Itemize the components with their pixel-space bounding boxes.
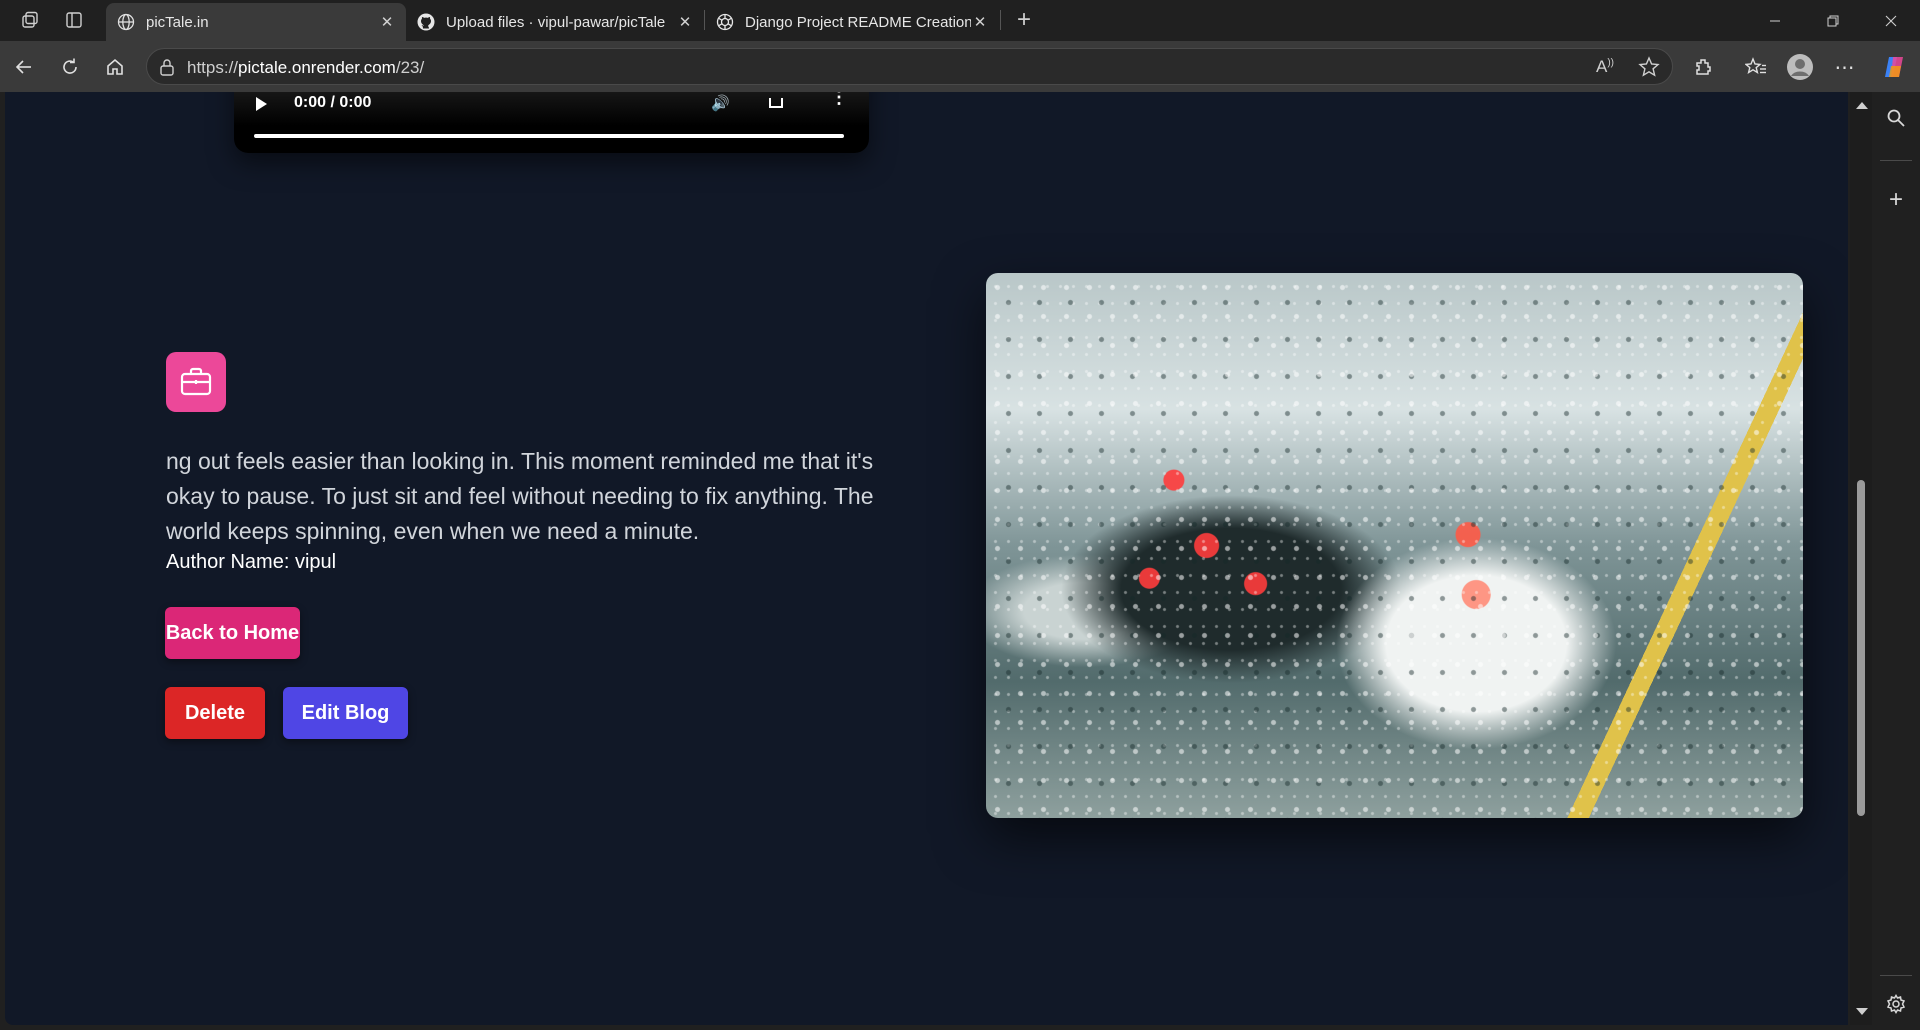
minimize-icon[interactable]: [1746, 0, 1804, 41]
page-viewport: 0:00 / 0:00 🔊 ⋮ ng out feels easier than…: [5, 92, 1848, 1025]
openai-icon: [715, 12, 735, 32]
refresh-icon[interactable]: [54, 51, 86, 83]
scroll-down-arrow-icon[interactable]: [1856, 1008, 1868, 1015]
close-window-icon[interactable]: [1862, 0, 1920, 41]
address-bar[interactable]: https://pictale.onrender.com/23/ A)): [146, 48, 1673, 85]
url-path: /23/: [395, 58, 425, 77]
tab-github[interactable]: Upload files · vipul-pawar/picTale ✕: [406, 3, 704, 41]
restore-icon[interactable]: [1804, 0, 1862, 41]
github-icon: [416, 12, 436, 32]
video-time: 0:00 / 0:00: [294, 94, 372, 111]
play-icon[interactable]: [256, 97, 267, 111]
page-scrollbar[interactable]: [1850, 92, 1872, 1025]
volume-icon[interactable]: 🔊: [711, 94, 730, 112]
rain-drops-overlay: [986, 273, 1803, 818]
video-progress-bar[interactable]: [254, 134, 844, 138]
sidebar-divider: [1880, 160, 1912, 161]
add-icon[interactable]: +: [1880, 184, 1912, 216]
author-name: vipul: [294, 551, 337, 573]
video-menu-icon[interactable]: ⋮: [830, 92, 848, 106]
lock-icon[interactable]: [159, 58, 175, 81]
new-tab-icon[interactable]: +: [1008, 6, 1040, 34]
scrollbar-thumb[interactable]: [1857, 480, 1865, 816]
tab-title: Upload files · vipul-pawar/picTale: [446, 13, 666, 31]
profile-avatar-icon[interactable]: [1784, 51, 1816, 83]
browser-window: picTale.in ✕ Upload files · vipul-pawar/…: [0, 0, 1920, 1030]
briefcase-icon: [166, 352, 226, 412]
favorites-icon[interactable]: [1740, 51, 1772, 83]
workspaces-icon[interactable]: [14, 6, 46, 34]
tab-title: picTale.in: [146, 13, 209, 31]
read-aloud-icon[interactable]: A)): [1596, 57, 1614, 77]
favorite-star-icon[interactable]: [1638, 56, 1660, 83]
edit-blog-button[interactable]: Edit Blog: [283, 687, 408, 739]
tab-title: Django Project README Creation: [745, 13, 971, 31]
copilot-icon[interactable]: [1878, 51, 1910, 83]
blog-image: [986, 273, 1803, 818]
sidebar-divider: [1880, 975, 1912, 976]
home-icon[interactable]: [99, 51, 131, 83]
globe-icon: [116, 12, 136, 32]
tab-bar: picTale.in ✕ Upload files · vipul-pawar/…: [0, 0, 1920, 41]
back-to-home-button[interactable]: Back to Home: [165, 607, 300, 659]
tab-pictale[interactable]: picTale.in ✕: [106, 3, 406, 41]
browser-toolbar: https://pictale.onrender.com/23/ A)) ⋯: [0, 41, 1920, 92]
settings-gear-icon[interactable]: [1880, 988, 1912, 1020]
fullscreen-icon[interactable]: [769, 98, 783, 108]
back-icon[interactable]: [8, 51, 40, 83]
author-label: Author Name:: [166, 551, 295, 573]
extensions-icon[interactable]: [1687, 51, 1719, 83]
edge-sidebar: +: [1872, 92, 1920, 1030]
search-icon[interactable]: [1880, 102, 1912, 134]
close-icon[interactable]: ✕: [676, 13, 694, 31]
close-icon[interactable]: ✕: [378, 13, 396, 31]
scroll-up-arrow-icon[interactable]: [1856, 102, 1868, 109]
tab-chatgpt[interactable]: Django Project README Creation ✕: [705, 3, 999, 41]
url-text: https://pictale.onrender.com/23/: [187, 58, 424, 78]
tab-separator: [1000, 10, 1001, 30]
vertical-tabs-icon[interactable]: [58, 6, 90, 34]
video-player[interactable]: 0:00 / 0:00 🔊 ⋮: [234, 92, 869, 153]
url-scheme: https://: [187, 58, 239, 77]
url-host: pictale.onrender.com: [238, 58, 396, 77]
delete-button[interactable]: Delete: [165, 687, 265, 739]
blog-story-text: ng out feels easier than looking in. Thi…: [166, 448, 874, 544]
author-line: Author Name: vipul: [166, 551, 336, 574]
more-menu-icon[interactable]: ⋯: [1829, 51, 1861, 83]
close-icon[interactable]: ✕: [971, 13, 989, 31]
